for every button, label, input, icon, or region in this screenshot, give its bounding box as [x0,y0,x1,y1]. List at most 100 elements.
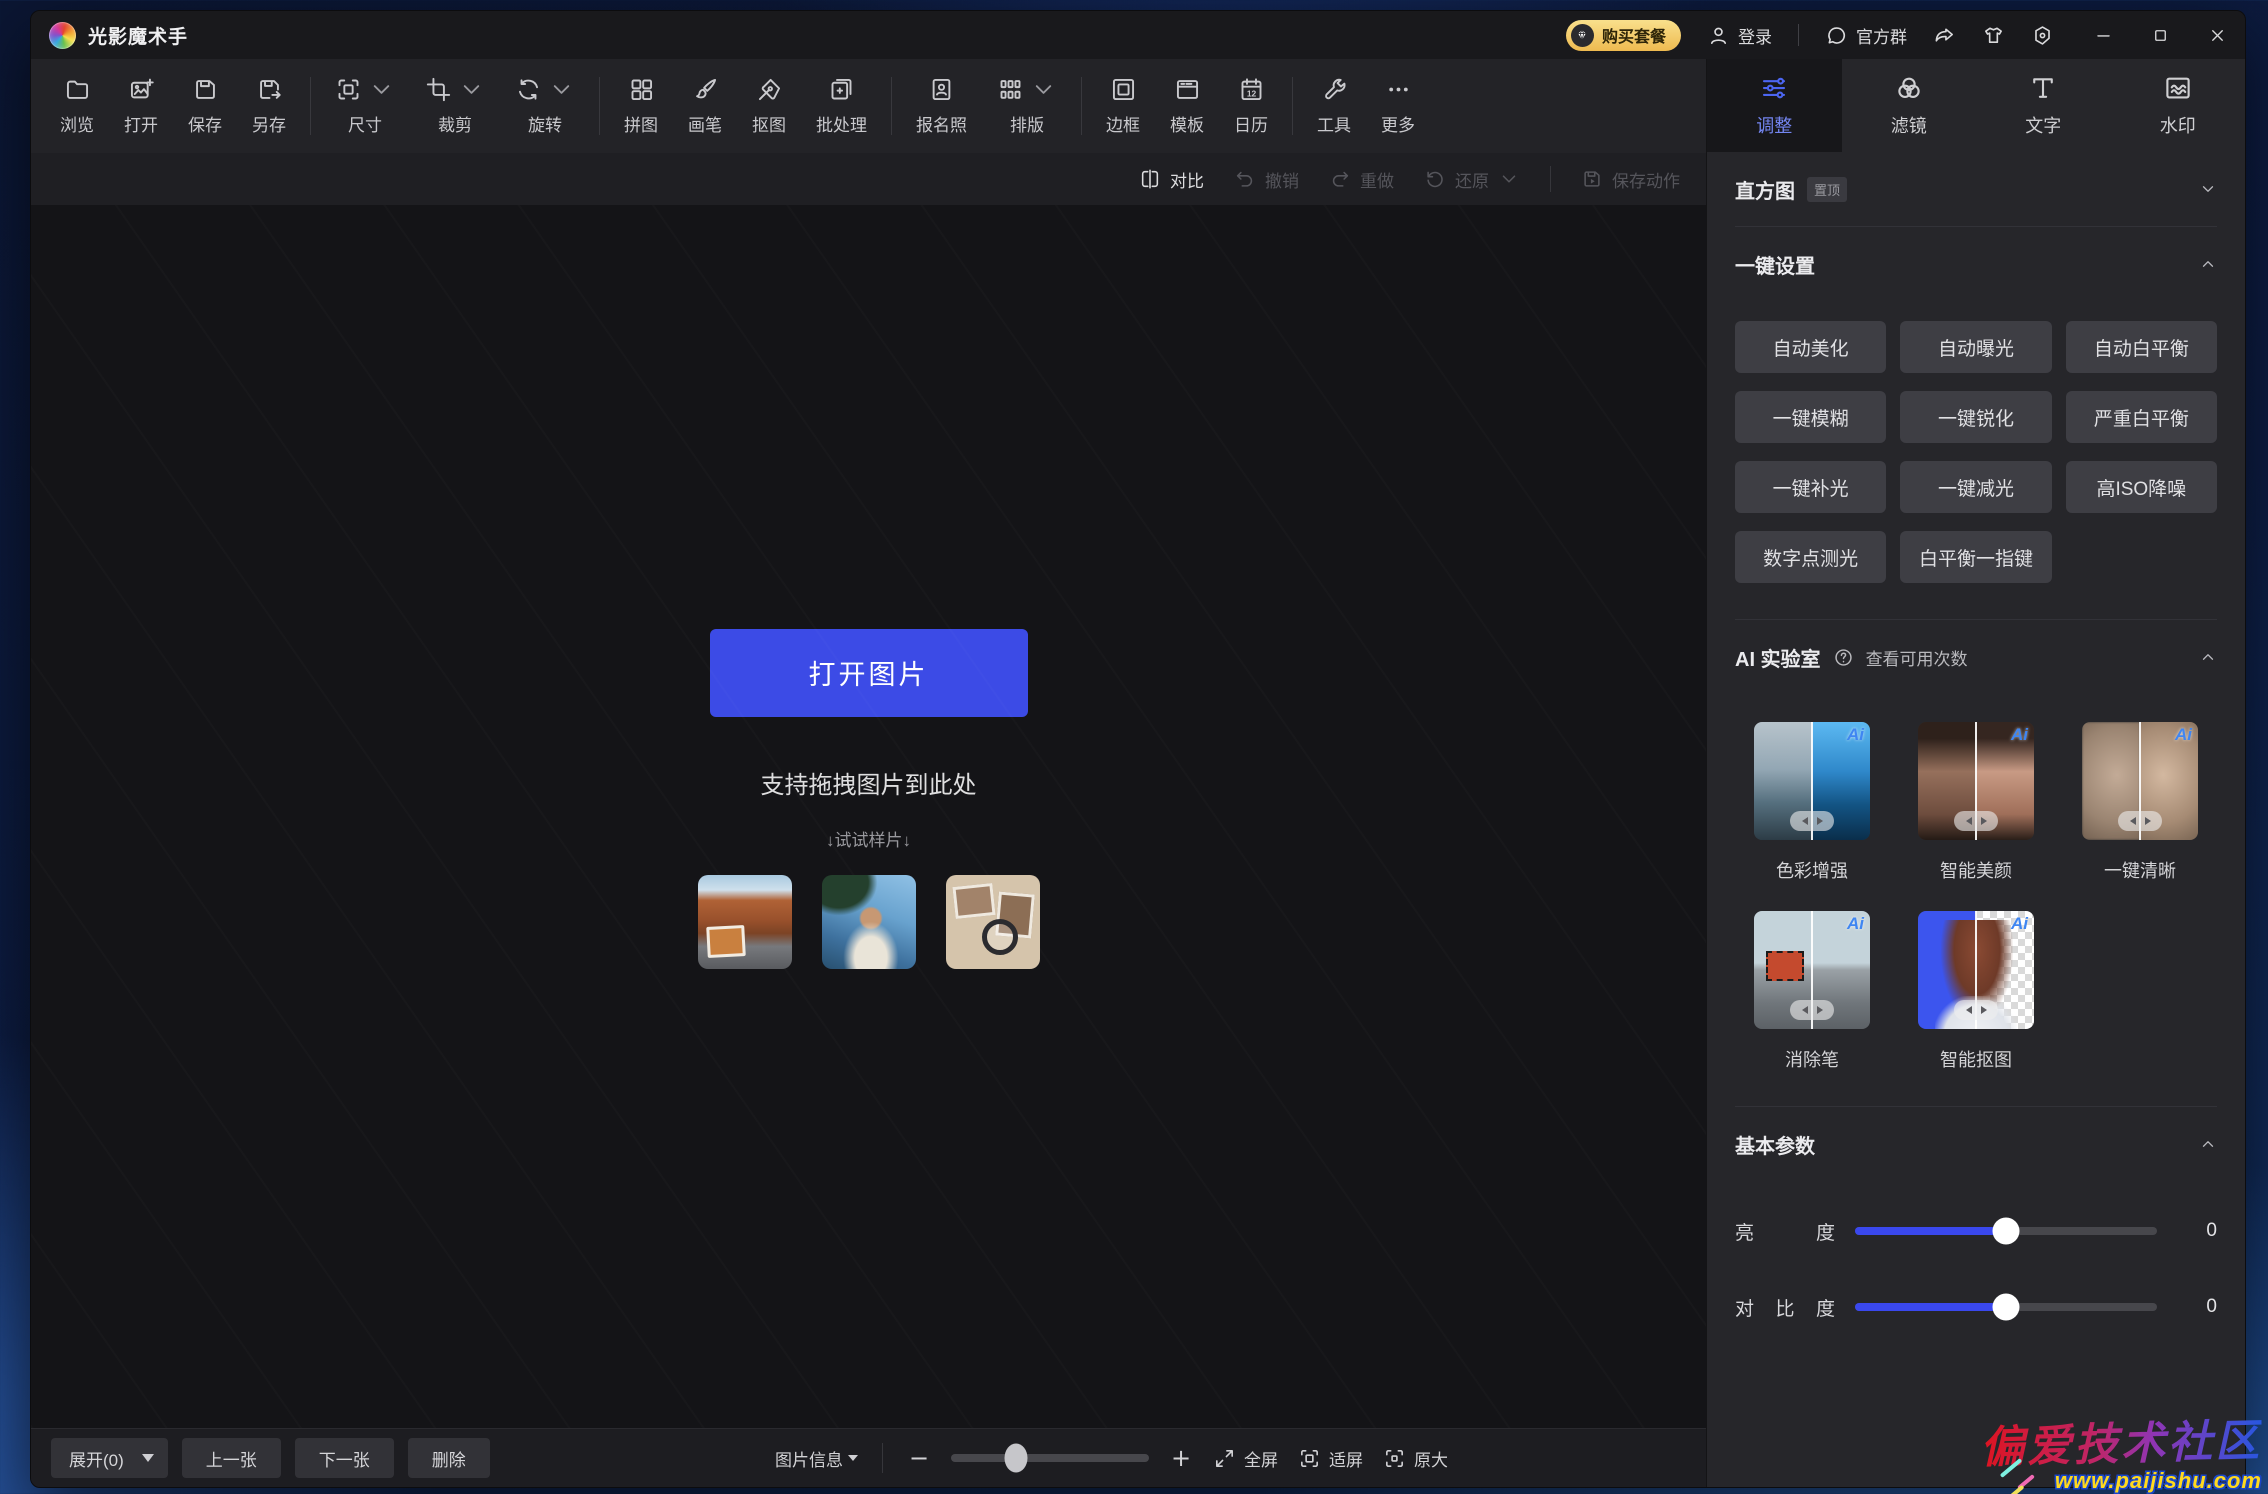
auto-white-balance-button[interactable]: 自动白平衡 [2066,321,2217,373]
toolbar-item-resize[interactable]: 尺寸 [320,76,410,136]
toolbar-item-tools[interactable]: 工具 [1302,76,1366,136]
view-available-uses-link[interactable]: 查看可用次数 [1866,645,1968,670]
auto-exposure-button[interactable]: 自动曝光 [1900,321,2051,373]
one-key-blur-button[interactable]: 一键模糊 [1735,391,1886,443]
fullscreen-button[interactable]: 全屏 [1213,1446,1278,1471]
sample-photo-collage[interactable] [946,875,1040,969]
zoom-slider[interactable] [951,1454,1149,1462]
tab-adjust[interactable]: 调整 [1707,59,1842,152]
restore-button[interactable]: 还原 [1424,167,1520,192]
save-action-button[interactable]: 保存动作 [1581,167,1680,192]
maximize-button[interactable] [2151,26,2170,45]
toolbar-item-border[interactable]: 边框 [1091,76,1155,136]
toolbar-item-more[interactable]: 更多 [1366,76,1430,136]
ai-eraser-pen[interactable]: Ai 消除笔 [1735,911,1889,1072]
ai-smart-beauty-thumb[interactable]: Ai [1918,722,2034,840]
open-image-button[interactable]: 打开图片 [710,629,1028,717]
titlebar: 光影魔术手 购买套餐 登录 官方群 [31,11,2245,59]
next-image-button[interactable]: 下一张 [295,1438,394,1478]
toolbar-item-crop[interactable]: 裁剪 [410,76,500,136]
tab-watermark[interactable]: 水印 [2111,59,2246,152]
delete-image-button[interactable]: 删除 [408,1438,490,1478]
ai-one-key-clarity-thumb[interactable]: Ai [2082,722,2198,840]
share-button[interactable] [1933,24,1956,47]
contrast-label: 对 比 度 [1735,1294,1835,1321]
undo-button[interactable]: 撤销 [1234,167,1299,192]
restore-label: 还原 [1455,167,1489,192]
one-key-sharpen-button[interactable]: 一键锐化 [1900,391,2051,443]
toolbar-item-calendar[interactable]: 12 日历 [1219,76,1283,136]
official-group-label: 官方群 [1856,23,1907,48]
folder-icon [64,76,91,103]
toolbar-item-label: 浏览 [60,111,94,136]
one-key-section-header[interactable]: 一键设置 [1735,227,2217,301]
toolbar-item-cutout[interactable]: 抠图 [737,76,801,136]
severe-white-balance-button[interactable]: 严重白平衡 [2066,391,2217,443]
wrench-icon [1321,76,1348,103]
toolbar-item-rotate[interactable]: 旋转 [500,76,590,136]
toolbar-item-browse[interactable]: 浏览 [45,76,109,136]
histogram-section-header[interactable]: 直方图 置顶 [1735,152,2217,226]
basic-params-section-header[interactable]: 基本参数 [1735,1107,2217,1181]
ai-eraser-pen-thumb[interactable]: Ai [1754,911,1870,1029]
toolbar-item-open[interactable]: 打开 [109,76,173,136]
official-group-button[interactable]: 官方群 [1825,23,1907,48]
zoom-out-button[interactable]: − [907,1444,931,1472]
brightness-slider[interactable] [1855,1227,2157,1235]
dropdown-arrow-icon [848,1455,858,1461]
ai-smart-beauty[interactable]: Ai 智能美颜 [1899,722,2053,883]
ai-lab-section-header[interactable]: AI 实验室 查看可用次数 [1735,620,2217,694]
toolbar-item-batch[interactable]: 批处理 [801,76,882,136]
expand-filmstrip-button[interactable]: 展开(0) [51,1438,168,1478]
settings-button[interactable] [2031,24,2054,47]
image-info-button[interactable]: 图片信息 [775,1446,858,1471]
contrast-slider-knob[interactable] [1993,1294,2020,1321]
tab-text[interactable]: 文字 [1976,59,2111,152]
close-button[interactable] [2208,26,2227,45]
high-iso-denoise-button[interactable]: 高ISO降噪 [2066,461,2217,513]
original-size-button[interactable]: 原大 [1383,1446,1448,1471]
text-icon [2028,73,2058,103]
redo-button[interactable]: 重做 [1329,167,1394,192]
previous-image-button[interactable]: 上一张 [182,1438,281,1478]
fit-screen-button[interactable]: 适屏 [1298,1446,1363,1471]
toolbar-item-save-as[interactable]: 另存 [237,76,301,136]
toolbar-item-collage[interactable]: 拼图 [609,76,673,136]
digital-spot-metering-button[interactable]: 数字点测光 [1735,531,1886,583]
before-after-handle-icon[interactable] [2118,811,2162,831]
zoom-in-button[interactable]: + [1169,1444,1193,1472]
one-key-fill-light-button[interactable]: 一键补光 [1735,461,1886,513]
toolbar-item-id-photo[interactable]: 报名照 [901,76,982,136]
auto-beautify-button[interactable]: 自动美化 [1735,321,1886,373]
toolbar-item-brush[interactable]: 画笔 [673,76,737,136]
before-after-handle-icon[interactable] [1954,1000,1998,1020]
contrast-slider[interactable] [1855,1303,2157,1311]
ai-smart-cutout[interactable]: Ai 智能抠图 [1899,911,2053,1072]
ai-smart-cutout-thumb[interactable]: Ai [1918,911,2034,1029]
buy-package-button[interactable]: 购买套餐 [1566,20,1681,51]
one-key-dim-light-button[interactable]: 一键减光 [1900,461,2051,513]
ai-one-key-clarity[interactable]: Ai 一键清晰 [2063,722,2217,883]
ai-item-label: 色彩增强 [1776,857,1848,883]
pin-top-badge[interactable]: 置顶 [1807,177,1847,202]
skin-store-button[interactable] [1982,24,2005,47]
ai-color-enhance[interactable]: Ai 色彩增强 [1735,722,1889,883]
compare-button[interactable]: 对比 [1139,167,1204,192]
brightness-slider-knob[interactable] [1993,1218,2020,1245]
before-after-handle-icon[interactable] [1954,811,1998,831]
sample-photo-portrait[interactable] [822,875,916,969]
toolbar-divider [1081,77,1082,135]
ai-color-enhance-thumb[interactable]: Ai [1754,722,1870,840]
zoom-slider-knob[interactable] [1005,1444,1028,1473]
before-after-handle-icon[interactable] [1790,1000,1834,1020]
white-balance-one-touch-button[interactable]: 白平衡一指键 [1900,531,2051,583]
login-button[interactable]: 登录 [1707,23,1772,48]
toolbar-item-template[interactable]: 模板 [1155,76,1219,136]
before-after-handle-icon[interactable] [1790,811,1834,831]
dropdown-arrow-icon [142,1454,154,1462]
sample-photo-canyon[interactable] [698,875,792,969]
minimize-button[interactable] [2094,26,2113,45]
toolbar-item-layout[interactable]: 排版 [982,76,1072,136]
toolbar-item-save[interactable]: 保存 [173,76,237,136]
tab-filter[interactable]: 滤镜 [1842,59,1977,152]
